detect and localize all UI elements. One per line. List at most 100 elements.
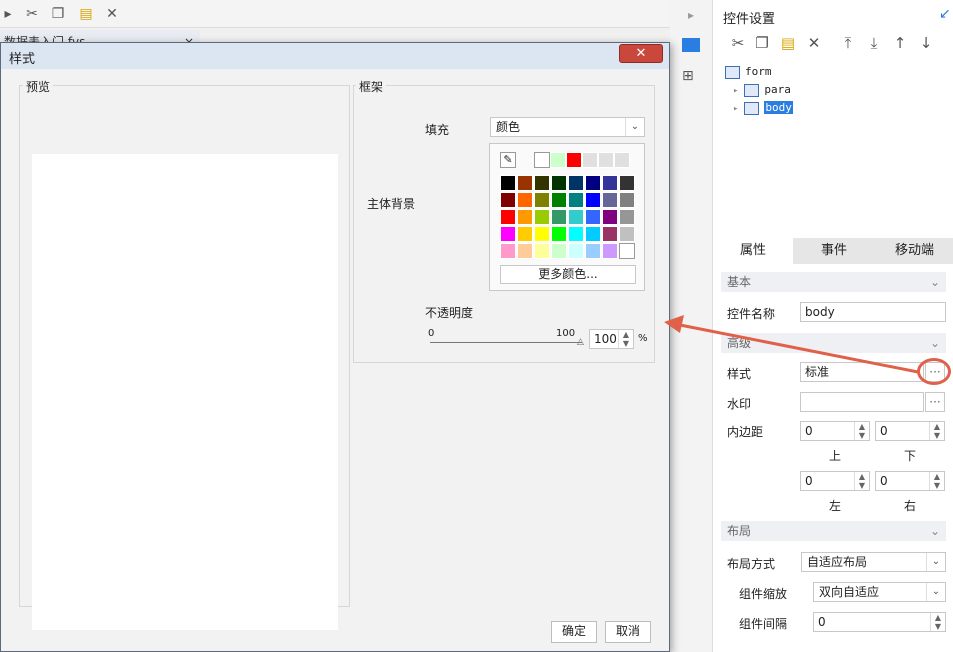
scale-select[interactable]: 双向自适应 ⌄	[813, 582, 946, 602]
color-swatch[interactable]	[517, 243, 533, 259]
recent-color-swatch[interactable]	[582, 152, 598, 168]
color-swatch[interactable]	[551, 192, 567, 208]
color-swatch[interactable]	[517, 175, 533, 191]
spinner-icon[interactable]: ▲ ▼	[930, 613, 945, 631]
color-swatch[interactable]	[602, 209, 618, 225]
section-basic[interactable]: 基本 ⌄	[721, 272, 946, 292]
opacity-slider-track[interactable]	[430, 342, 582, 343]
cut-icon[interactable]: ✂	[729, 34, 747, 52]
layout-mode-select[interactable]: 自适应布局 ⌄	[801, 552, 946, 572]
color-swatch[interactable]	[602, 226, 618, 242]
recent-color-swatch[interactable]	[614, 152, 630, 168]
widget-settings-icon[interactable]	[682, 38, 700, 52]
recent-color-swatch[interactable]	[598, 152, 614, 168]
spinner-icon[interactable]: ▲ ▼	[929, 422, 944, 440]
color-swatch[interactable]	[551, 243, 567, 259]
color-swatch[interactable]	[534, 175, 550, 191]
color-swatch[interactable]	[551, 209, 567, 225]
section-layout[interactable]: 布局 ⌄	[721, 521, 946, 541]
spinner-icon[interactable]: ▲ ▼	[854, 422, 869, 440]
color-swatch[interactable]	[568, 209, 584, 225]
opacity-stepper[interactable]: 100 ▲ ▼	[589, 329, 634, 349]
section-advanced[interactable]: 高级 ⌄	[721, 333, 946, 353]
move-bottom-icon[interactable]: ⤓	[865, 34, 883, 52]
color-swatch[interactable]	[619, 226, 635, 242]
color-swatch[interactable]	[517, 209, 533, 225]
color-swatch[interactable]	[585, 226, 601, 242]
layout-icon[interactable]: ⊞	[682, 68, 694, 84]
color-swatch[interactable]	[551, 226, 567, 242]
chevron-down-icon[interactable]: ⌄	[926, 583, 945, 601]
color-swatch[interactable]	[602, 175, 618, 191]
color-swatch[interactable]	[500, 226, 516, 242]
ok-button[interactable]: 确定	[551, 621, 597, 643]
recent-color-swatch[interactable]	[566, 152, 582, 168]
color-swatch[interactable]	[619, 192, 635, 208]
spinner-icon[interactable]: ▲ ▼	[618, 330, 633, 348]
spinner-icon[interactable]: ▲ ▼	[854, 472, 869, 490]
tab-mobile[interactable]: 移动端	[875, 238, 953, 264]
close-button[interactable]: ✕	[619, 44, 663, 63]
eyedropper-icon[interactable]: ✎	[500, 152, 516, 168]
chevron-down-icon[interactable]: ⌄	[926, 553, 945, 571]
color-swatch[interactable]	[585, 175, 601, 191]
color-swatch[interactable]	[585, 209, 601, 225]
padding-bottom-stepper[interactable]: 0 ▲ ▼	[875, 421, 945, 441]
color-swatch[interactable]	[619, 209, 635, 225]
color-swatch[interactable]	[500, 175, 516, 191]
spinner-icon[interactable]: ▲ ▼	[929, 472, 944, 490]
color-swatch[interactable]	[619, 175, 635, 191]
dialog-titlebar[interactable]: 样式 ✕	[1, 43, 669, 69]
color-swatch[interactable]	[568, 243, 584, 259]
color-swatch[interactable]	[534, 192, 550, 208]
color-swatch[interactable]	[517, 226, 533, 242]
paste-icon[interactable]: ▤	[779, 34, 797, 52]
color-swatch[interactable]	[602, 192, 618, 208]
watermark-ellipsis-button[interactable]: ···	[925, 392, 945, 412]
delete-icon[interactable]: ✕	[805, 34, 823, 52]
move-down-icon[interactable]: ↓	[917, 34, 935, 52]
copy-icon[interactable]: ❐	[753, 34, 771, 52]
tab-events[interactable]: 事件	[793, 238, 875, 264]
color-swatch[interactable]	[534, 209, 550, 225]
color-swatch[interactable]	[568, 192, 584, 208]
play-icon[interactable]: ▸	[0, 6, 16, 22]
more-colors-button[interactable]: 更多颜色...	[500, 265, 636, 284]
color-swatch[interactable]	[517, 192, 533, 208]
padding-right-stepper[interactable]: 0 ▲ ▼	[875, 471, 945, 491]
color-swatch[interactable]	[619, 243, 635, 259]
tree-item-para[interactable]: ▸ para	[733, 81, 791, 99]
recent-color-swatch[interactable]	[550, 152, 566, 168]
tree-item-body[interactable]: ▸ body	[733, 99, 793, 117]
color-swatch[interactable]	[534, 243, 550, 259]
move-up-icon[interactable]: ↑	[891, 34, 909, 52]
gap-stepper[interactable]: 0 ▲ ▼	[813, 612, 946, 632]
fill-select[interactable]: 颜色 ⌄	[490, 117, 645, 137]
cancel-button[interactable]: 取消	[605, 621, 651, 643]
color-swatch[interactable]	[534, 226, 550, 242]
color-swatch[interactable]	[551, 175, 567, 191]
tab-properties[interactable]: 属性	[713, 238, 793, 264]
color-swatch[interactable]	[500, 243, 516, 259]
color-swatch[interactable]	[568, 175, 584, 191]
padding-top-stepper[interactable]: 0 ▲ ▼	[800, 421, 870, 441]
color-swatch[interactable]	[585, 243, 601, 259]
cut-icon[interactable]: ✂	[24, 6, 40, 22]
name-field[interactable]: body	[800, 302, 946, 322]
color-swatch[interactable]	[568, 226, 584, 242]
recent-color-swatch[interactable]	[534, 152, 550, 168]
delete-icon[interactable]: ✕	[104, 6, 120, 22]
color-swatch[interactable]	[500, 209, 516, 225]
color-swatch[interactable]	[585, 192, 601, 208]
opacity-slider-thumb[interactable]: △	[577, 337, 584, 347]
tree-item-form[interactable]: form	[725, 63, 772, 81]
expand-arrow-icon[interactable]: ▸	[733, 86, 738, 96]
color-swatch[interactable]	[602, 243, 618, 259]
style-field[interactable]: 标准	[800, 362, 924, 382]
move-top-icon[interactable]: ⤒	[839, 34, 857, 52]
expand-arrow-icon[interactable]: ▸	[733, 104, 738, 114]
paste-icon[interactable]: ▤	[78, 6, 94, 22]
watermark-field[interactable]	[800, 392, 924, 412]
expand-icon[interactable]: ▸	[688, 8, 694, 22]
color-swatch[interactable]	[500, 192, 516, 208]
